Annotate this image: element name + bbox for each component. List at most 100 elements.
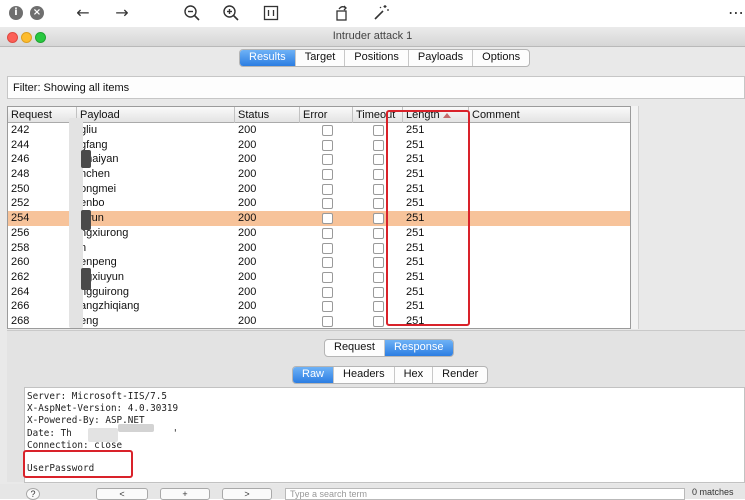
timeout-checkbox[interactable] [373, 286, 384, 298]
results-table[interactable]: Request Payload Status Error Timeout Len… [7, 106, 631, 329]
table-row[interactable]: 244 gfang 200 251 [8, 138, 630, 153]
table-row[interactable]: 260 enpeng 200 251 [8, 255, 630, 270]
tab-results[interactable]: Results [240, 50, 295, 66]
magic-wand-icon[interactable] [370, 2, 392, 24]
cell-payload: ghaiyan [80, 153, 119, 166]
cell-length: 251 [406, 197, 425, 210]
header-request[interactable]: Request [8, 107, 77, 123]
timeout-checkbox[interactable] [373, 315, 384, 327]
header-error[interactable]: Error [300, 107, 353, 123]
header-length[interactable]: Length [403, 107, 469, 123]
tab-target[interactable]: Target [294, 50, 345, 66]
timeout-checkbox[interactable] [373, 169, 384, 181]
timeout-checkbox[interactable] [373, 125, 384, 136]
close-circle-icon[interactable]: × [26, 2, 48, 24]
cell-status: 200 [238, 300, 257, 313]
error-checkbox[interactable] [322, 315, 333, 327]
response-editor[interactable]: Server: Microsoft-IIS/7.5 X-AspNet-Versi… [24, 387, 745, 483]
cell-request: 244 [11, 138, 30, 151]
cell-request: 258 [11, 241, 30, 254]
cell-payload: gliu [80, 124, 98, 136]
search-bar: ? < + > Type a search term 0 matches [0, 484, 745, 500]
timeout-checkbox[interactable] [373, 257, 384, 269]
timeout-checkbox[interactable] [373, 183, 384, 195]
header-comment[interactable]: Comment [469, 107, 630, 123]
error-checkbox[interactable] [322, 227, 333, 239]
error-checkbox[interactable] [322, 242, 333, 254]
arrow-left-icon[interactable]: ← [72, 2, 94, 24]
table-row[interactable]: 258 n 200 251 [8, 241, 630, 256]
header-payload[interactable]: Payload [77, 107, 235, 123]
rotate-icon[interactable] [331, 2, 353, 24]
table-body: 242 gliu 200 251 244 gfang 200 251 246 ghaiyan 200… [8, 123, 630, 328]
timeout-checkbox[interactable] [373, 139, 384, 151]
timeout-checkbox[interactable] [373, 213, 384, 225]
table-row[interactable]: 246 ghaiyan 200 251 [8, 152, 630, 167]
tab-raw[interactable]: Raw [293, 367, 334, 383]
more-icon[interactable]: ⋯ [725, 2, 745, 24]
cell-request: 254 [11, 212, 30, 225]
table-row[interactable]: 262 ngxiuyun 200 251 [8, 270, 630, 285]
zoom-in-icon[interactable] [220, 2, 242, 24]
cell-length: 251 [406, 285, 425, 298]
tab-request[interactable]: Request [325, 340, 384, 356]
error-checkbox[interactable] [322, 257, 333, 269]
tab-headers[interactable]: Headers [333, 367, 394, 383]
tab-render[interactable]: Render [432, 367, 487, 383]
error-checkbox[interactable] [322, 125, 333, 136]
timeout-checkbox[interactable] [373, 154, 384, 166]
table-row[interactable]: 264 ngguirong 200 251 [8, 285, 630, 300]
cell-request: 266 [11, 300, 30, 313]
help-button[interactable]: ? [26, 488, 40, 500]
error-checkbox[interactable] [322, 139, 333, 151]
next-button[interactable]: > [222, 488, 272, 500]
cell-request: 252 [11, 197, 30, 210]
info-circle-icon[interactable]: i [5, 2, 27, 24]
tab-options[interactable]: Options [472, 50, 529, 66]
filter-bar[interactable]: Filter: Showing all items [7, 76, 745, 99]
timeout-checkbox[interactable] [373, 301, 384, 313]
tab-payloads[interactable]: Payloads [407, 50, 472, 66]
cell-length: 251 [406, 212, 425, 225]
error-checkbox[interactable] [322, 169, 333, 181]
arrow-right-icon[interactable]: → [111, 2, 133, 24]
error-checkbox[interactable] [322, 198, 333, 210]
add-button[interactable]: + [160, 488, 210, 500]
error-checkbox[interactable] [322, 271, 333, 283]
cell-payload: n [80, 241, 87, 254]
cell-payload: enbo [80, 197, 105, 210]
table-row[interactable]: 250 ongmei 200 251 [8, 182, 630, 197]
error-checkbox[interactable] [322, 301, 333, 313]
cell-request: 268 [11, 314, 30, 327]
error-checkbox[interactable] [322, 154, 333, 166]
tab-hex[interactable]: Hex [393, 367, 433, 383]
header-status[interactable]: Status [235, 107, 300, 123]
table-row[interactable]: 256 ngxiurong 200 251 [8, 226, 630, 241]
timeout-checkbox[interactable] [373, 271, 384, 283]
previous-button[interactable]: < [96, 488, 148, 500]
error-checkbox[interactable] [322, 183, 333, 195]
timeout-checkbox[interactable] [373, 242, 384, 254]
timeout-checkbox[interactable] [373, 198, 384, 210]
tab-positions[interactable]: Positions [344, 50, 408, 66]
timeout-checkbox[interactable] [373, 227, 384, 239]
header-timeout[interactable]: Timeout [353, 107, 403, 123]
table-row[interactable]: 266 angzhiqiang 200 251 [8, 299, 630, 314]
sort-ascending-icon [442, 112, 451, 118]
search-input[interactable]: Type a search term [285, 488, 685, 500]
table-row[interactable]: 268 eng 200 251 [8, 314, 630, 328]
error-checkbox[interactable] [322, 213, 333, 225]
table-row[interactable]: 254 gyun 200 251 [8, 211, 630, 226]
cell-length: 251 [406, 138, 425, 151]
fit-page-icon[interactable] [260, 2, 282, 24]
table-row[interactable]: 252 enbo 200 251 [8, 196, 630, 211]
cell-status: 200 [238, 285, 257, 298]
table-scrollbar[interactable] [631, 106, 639, 329]
zoom-out-icon[interactable] [181, 2, 203, 24]
tab-response[interactable]: Response [383, 340, 453, 356]
error-checkbox[interactable] [322, 286, 333, 298]
cell-status: 200 [238, 212, 257, 225]
table-row[interactable]: 242 gliu 200 251 [8, 123, 630, 138]
table-row[interactable]: 248 nchen 200 251 [8, 167, 630, 182]
cell-payload: gfang [80, 138, 108, 151]
